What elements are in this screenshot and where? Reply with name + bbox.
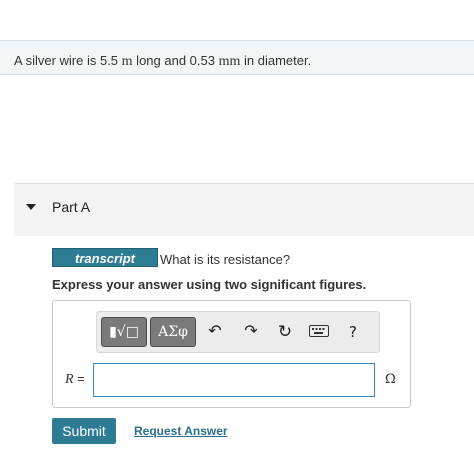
problem-text-middle: long and xyxy=(132,53,190,68)
greek-symbols-button[interactable]: ΑΣφ xyxy=(150,317,196,347)
collapse-caret-icon[interactable] xyxy=(26,204,36,210)
page: A silver wire is 5.5 m long and 0.53 mm … xyxy=(0,0,474,451)
reset-icon[interactable]: ↻ xyxy=(273,320,297,344)
equals-sign: = xyxy=(73,371,85,386)
problem-text: A silver wire is 5.5 m long and 0.53 mm … xyxy=(14,53,311,70)
redo-icon[interactable]: ↷ xyxy=(239,320,263,344)
math-toolbar: ▮√□ ΑΣφ ↶ ↷ ↻ ? xyxy=(96,311,380,353)
answer-panel: ▮√□ ΑΣφ ↶ ↷ ↻ ? R = Ω xyxy=(52,300,411,408)
unit-label: Ω xyxy=(385,372,396,387)
part-label: Part A xyxy=(52,199,91,215)
request-answer-link[interactable]: Request Answer xyxy=(134,424,228,438)
resistance-answer-input[interactable] xyxy=(93,363,375,397)
problem-text-after: in diameter. xyxy=(240,53,312,68)
part-a-header[interactable]: Part A xyxy=(14,183,474,236)
diameter-unit: mm xyxy=(218,54,241,69)
problem-statement: A silver wire is 5.5 m long and 0.53 mm … xyxy=(0,40,474,75)
undo-icon[interactable]: ↶ xyxy=(203,320,227,344)
keyboard-icon[interactable] xyxy=(307,320,331,344)
templates-button[interactable]: ▮√□ xyxy=(101,317,147,347)
problem-text-before: A silver wire is xyxy=(14,53,100,68)
length-unit: m xyxy=(121,54,133,69)
diameter-value: 0.53 xyxy=(189,53,215,68)
submit-button[interactable]: Submit xyxy=(52,418,116,444)
answer-variable-label: R = xyxy=(65,371,85,388)
transcript-badge[interactable]: transcript xyxy=(52,248,158,267)
help-icon[interactable]: ? xyxy=(341,320,365,344)
variable-name: R xyxy=(65,372,74,387)
answer-instructions: Express your answer using two significan… xyxy=(52,277,367,292)
question-text: What is its resistance? xyxy=(160,252,291,267)
length-value: 5.5 xyxy=(99,53,119,68)
